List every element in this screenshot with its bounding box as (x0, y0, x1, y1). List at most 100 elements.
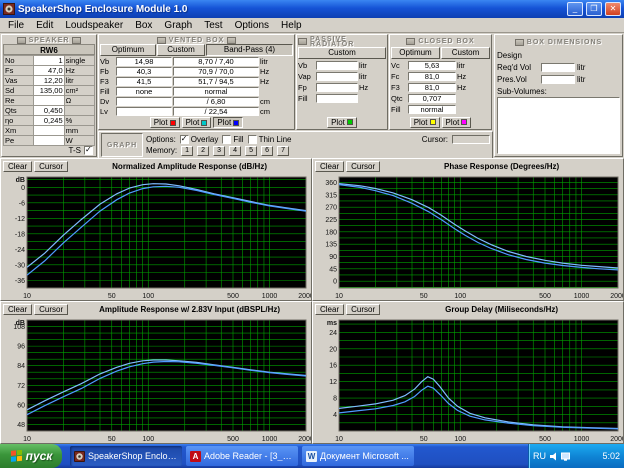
start-button[interactable]: пуск (0, 444, 62, 468)
taskbar-item-word-document[interactable]: W Документ Microsoft ... (302, 446, 414, 466)
menu-box[interactable]: Box (129, 19, 158, 32)
pr-fill-field[interactable] (316, 94, 358, 103)
pr-vap-field[interactable] (316, 72, 358, 81)
plot-area[interactable]: dB1089684726048105010050010002000 (1, 316, 311, 443)
dv-field[interactable] (116, 97, 172, 106)
volume-icon[interactable] (549, 452, 558, 461)
svg-text:225: 225 (325, 217, 337, 224)
reqd-vol-field[interactable] (541, 63, 575, 72)
memory-4-button[interactable]: 4 (229, 146, 241, 156)
svg-text:20: 20 (329, 346, 337, 353)
memory-7-button[interactable]: 7 (277, 146, 289, 156)
speaker-icon (72, 37, 81, 44)
memory-2-button[interactable]: 2 (197, 146, 209, 156)
fc-field[interactable]: 81,0 (408, 72, 456, 81)
pres-vol-field[interactable] (541, 75, 575, 84)
vented-box-icon (157, 37, 166, 44)
custom-button[interactable]: Custom (157, 44, 205, 56)
graph-grid: Clear Cursor Normalized Amplitude Respon… (0, 158, 624, 444)
language-indicator[interactable]: RU (533, 451, 546, 461)
cursor-button[interactable]: Cursor (346, 161, 380, 172)
memory-3-button[interactable]: 3 (213, 146, 225, 156)
param-value[interactable]: 1 (34, 56, 64, 66)
taskbar: пуск SpeakerShop Enclosu... A Adobe Read… (0, 444, 624, 468)
menu-edit[interactable]: Edit (30, 19, 59, 32)
menu-help[interactable]: Help (275, 19, 308, 32)
overlay-option[interactable]: Overlay (180, 135, 219, 144)
menu-graph[interactable]: Graph (158, 19, 198, 32)
pr-custom-button[interactable]: Custom (298, 47, 386, 59)
memory-6-button[interactable]: 6 (261, 146, 273, 156)
f3-bandpass-field[interactable]: 51,7 / 94,5 (173, 77, 259, 86)
minimize-button[interactable]: _ (567, 2, 583, 16)
vb-bandpass-field[interactable]: 8,70 / 7,40 (173, 57, 259, 66)
menu-loudspeaker[interactable]: Loudspeaker (59, 19, 129, 32)
memory-label: Memory: (146, 146, 177, 155)
speaker-model[interactable]: RW6 (3, 44, 95, 55)
svg-text:-24: -24 (15, 247, 25, 254)
lv-bandpass-field[interactable]: / 22,54 (173, 107, 259, 116)
qtc-field[interactable]: 0,707 (408, 94, 456, 103)
memory-5-button[interactable]: 5 (245, 146, 257, 156)
cb-fill-field[interactable]: normal (408, 105, 456, 114)
plot-area[interactable]: dB0-6-12-18-24-30-36105010050010002000 (1, 173, 311, 300)
param-value[interactable]: 0,245 (34, 116, 64, 126)
svg-text:1000: 1000 (262, 436, 278, 443)
optimum-button[interactable]: Optimum (100, 44, 156, 56)
fill-checkbox[interactable] (222, 135, 231, 144)
vc-field[interactable]: 5,63 (408, 61, 456, 70)
sub-volumes-list[interactable] (497, 97, 620, 154)
cursor-button[interactable]: Cursor (346, 304, 380, 315)
taskbar-item-speakershop[interactable]: SpeakerShop Enclosu... (70, 446, 182, 466)
plot-area[interactable]: 3603152702251801359045010501005001000200… (313, 173, 623, 300)
pr-fp-field[interactable] (316, 83, 358, 92)
ts-checkbox[interactable] (84, 146, 93, 155)
maximize-button[interactable]: ❐ (586, 2, 602, 16)
plot-vented-1-button[interactable]: Plot (150, 117, 180, 128)
menu-test[interactable]: Test (198, 19, 228, 32)
fill-option[interactable]: Fill (222, 135, 243, 144)
param-value[interactable]: 47,0 (34, 66, 64, 76)
cb-custom-button[interactable]: Custom (441, 47, 490, 59)
overlay-checkbox[interactable] (180, 135, 189, 144)
plot-vented-3-button[interactable]: Plot (213, 117, 243, 128)
menu-file[interactable]: File (2, 19, 30, 32)
plot-passive-button[interactable]: Plot (327, 117, 357, 128)
menu-options[interactable]: Options (229, 19, 275, 32)
dv-bandpass-field[interactable]: / 6,80 (173, 97, 259, 106)
plot-vented-2-button[interactable]: Plot (182, 117, 212, 128)
fill-field[interactable]: none (116, 87, 172, 96)
clear-button[interactable]: Clear (315, 304, 344, 315)
plot-closed-2-button[interactable]: Plot (442, 117, 472, 128)
param-value[interactable]: 135,00 (34, 86, 64, 96)
fb-field[interactable]: 40,3 (116, 67, 172, 76)
taskbar-item-adobe-reader[interactable]: A Adobe Reader - [3_1... (186, 446, 298, 466)
fill-bandpass-field[interactable]: normal (173, 87, 259, 96)
param-value[interactable]: 12,20 (34, 76, 64, 86)
close-button[interactable]: ✕ (605, 2, 621, 16)
cursor-button[interactable]: Cursor (34, 161, 68, 172)
clear-button[interactable]: Clear (3, 304, 32, 315)
title-bar[interactable]: SpeakerShop Enclosure Module 1.0 _ ❐ ✕ (0, 0, 624, 18)
plot-area[interactable]: ms2420161284105010050010002000 (313, 316, 623, 443)
band-pass-button[interactable]: Band-Pass (4) (206, 44, 293, 56)
lv-field[interactable] (116, 107, 172, 116)
param-value[interactable]: 0,450 (34, 106, 64, 116)
fb-bandpass-field[interactable]: 70,9 / 70,0 (173, 67, 259, 76)
param-value[interactable] (34, 96, 64, 106)
clear-button[interactable]: Clear (315, 161, 344, 172)
memory-1-button[interactable]: 1 (181, 146, 193, 156)
cb-f3-field[interactable]: 81,0 (408, 83, 456, 92)
cursor-button[interactable]: Cursor (34, 304, 68, 315)
cb-optimum-button[interactable]: Optimum (391, 47, 440, 59)
param-value[interactable] (34, 136, 64, 146)
vb-field[interactable]: 14,98 (116, 57, 172, 66)
param-value[interactable] (34, 126, 64, 136)
pr-vb-field[interactable] (316, 61, 358, 70)
f3-field[interactable]: 41,5 (116, 77, 172, 86)
thin-line-checkbox[interactable] (248, 135, 257, 144)
plot-closed-1-button[interactable]: Plot (410, 117, 440, 128)
display-icon[interactable] (561, 452, 570, 461)
thin-line-option[interactable]: Thin Line (248, 135, 292, 144)
clear-button[interactable]: Clear (3, 161, 32, 172)
